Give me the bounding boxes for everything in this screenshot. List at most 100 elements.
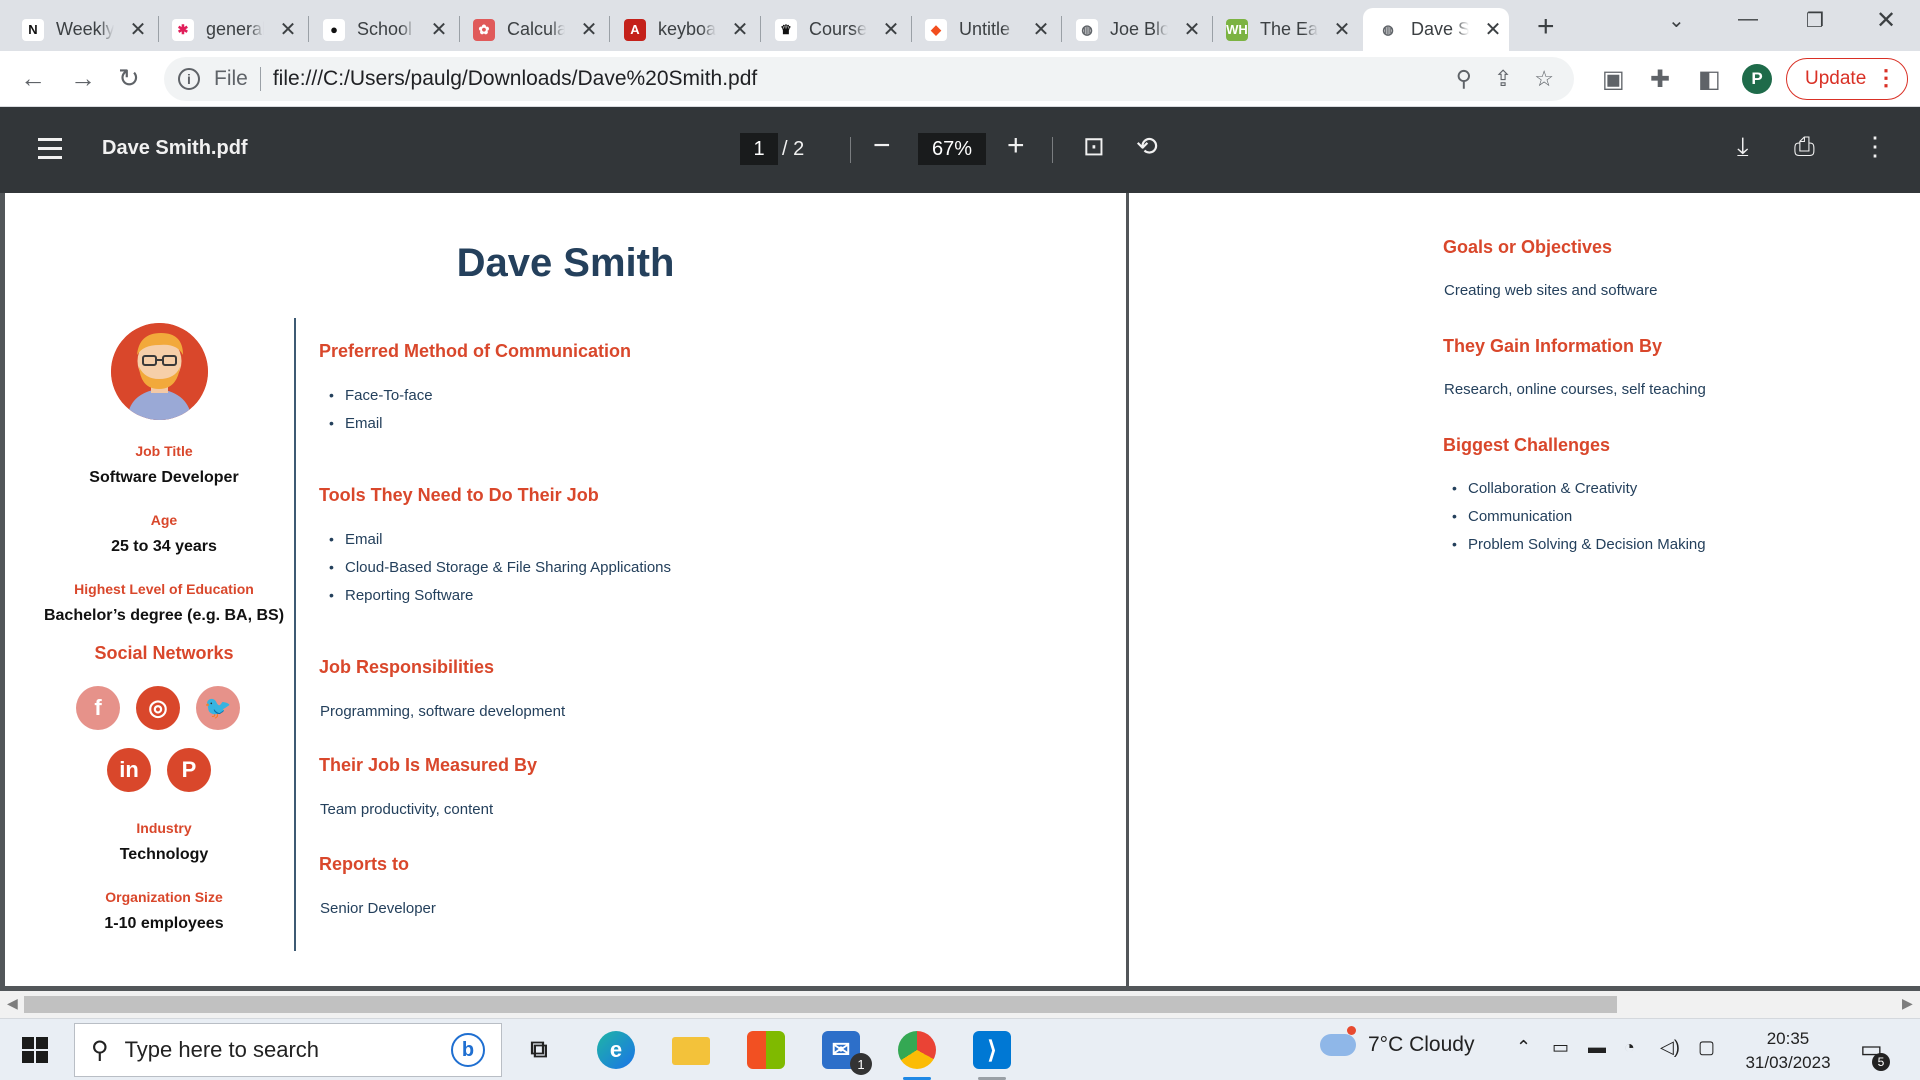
- side-panel-icon[interactable]: ◧: [1698, 65, 1721, 94]
- browser-tab[interactable]: Akeyboa ✕: [610, 8, 756, 51]
- scroll-left-icon[interactable]: ◀: [7, 995, 18, 1012]
- tab-title: general: [206, 19, 264, 39]
- page-number-input[interactable]: 1: [740, 133, 778, 165]
- bookmark-star-icon[interactable]: ☆: [1534, 66, 1554, 92]
- tab-close-icon[interactable]: ✕: [579, 17, 599, 42]
- display-icon[interactable]: ▢: [1698, 1037, 1715, 1058]
- scrollbar-thumb[interactable]: [24, 996, 1617, 1013]
- browser-menu-icon[interactable]: ⋮: [1875, 65, 1897, 91]
- tab-close-icon[interactable]: ✕: [1031, 17, 1051, 42]
- vscode-icon[interactable]: ⟩: [973, 1031, 1011, 1069]
- back-button[interactable]: ←: [20, 63, 46, 94]
- document-area[interactable]: Dave Smith Job Title Software Developer Ag…: [0, 193, 1920, 991]
- update-button[interactable]: Update ⋮: [1786, 58, 1908, 100]
- system-clock[interactable]: 20:35 31/03/2023: [1733, 1027, 1843, 1075]
- browser-tab[interactable]: ✱ general ✕: [158, 8, 304, 51]
- tab-close-icon[interactable]: ✕: [730, 17, 750, 42]
- meet-icon[interactable]: ▭: [1552, 1037, 1569, 1058]
- file-explorer-icon[interactable]: [672, 1037, 710, 1065]
- extensions-puzzle-icon[interactable]: ✚: [1650, 65, 1670, 94]
- zoom-out-button[interactable]: −: [873, 129, 891, 163]
- scroll-right-icon[interactable]: ▶: [1902, 995, 1913, 1012]
- tab-title: keyboa: [658, 19, 716, 39]
- tab-close-icon[interactable]: ✕: [881, 17, 901, 42]
- tab-close-icon[interactable]: ✕: [429, 17, 449, 42]
- facebook-icon[interactable]: f: [76, 686, 120, 730]
- field-value: Bachelor’s degree (e.g. BA, BS): [43, 607, 285, 624]
- volume-icon[interactable]: ◁): [1660, 1037, 1680, 1058]
- horizontal-scrollbar[interactable]: ◀ ▶: [0, 991, 1920, 1018]
- responsibilities-text: Programming, software development: [320, 703, 566, 720]
- weather-widget[interactable]: 7°C Cloudy: [1320, 1026, 1474, 1057]
- print-icon[interactable]: ⎙: [1794, 131, 1815, 163]
- slack-icon: ✱: [172, 18, 194, 41]
- url-text[interactable]: file:///C:/Users/paulg/Downloads/Dave%20…: [273, 67, 757, 91]
- zoom-in-button[interactable]: +: [1007, 129, 1025, 163]
- zoom-icon[interactable]: ⚲: [1456, 66, 1472, 92]
- tab-close-icon[interactable]: ✕: [1483, 17, 1503, 42]
- zoom-input[interactable]: 67%: [918, 133, 986, 165]
- twitter-icon[interactable]: 🐦: [196, 686, 240, 730]
- browser-tab[interactable]: WH The Ea ✕: [1212, 8, 1358, 51]
- linkedin-icon[interactable]: in: [107, 748, 151, 792]
- more-options-icon[interactable]: ⋮: [1862, 131, 1888, 162]
- tab-close-icon[interactable]: ✕: [128, 17, 148, 42]
- download-icon[interactable]: ⤓: [1737, 131, 1749, 163]
- edge-icon[interactable]: e: [597, 1031, 635, 1069]
- fit-page-icon[interactable]: ⊡: [1083, 131, 1105, 162]
- browser-tab[interactable]: ◆ Untitle ✕: [911, 8, 1057, 51]
- responsibilities-heading: Job Responsibilities: [319, 657, 495, 677]
- store-icon[interactable]: [747, 1031, 785, 1069]
- close-window-button[interactable]: ✕: [1876, 6, 1896, 35]
- taskbar-search[interactable]: ⚲ Type here to search b: [74, 1023, 502, 1077]
- notification-count: 5: [1872, 1053, 1890, 1071]
- info-text: Research, online courses, self teaching: [1444, 381, 1706, 398]
- pinterest-icon[interactable]: P: [167, 748, 211, 792]
- reports-text: Senior Developer: [320, 900, 436, 917]
- browser-tab[interactable]: N Weekly ✕: [8, 8, 154, 51]
- menu-icon[interactable]: [38, 138, 62, 160]
- browser-tab[interactable]: ◍ Joe Blo ✕: [1062, 8, 1208, 51]
- tab-title: Untitle: [959, 19, 1011, 39]
- list-item: Face-To-face: [329, 387, 432, 404]
- restore-button[interactable]: ❐: [1806, 8, 1824, 33]
- pdf-filename: Dave Smith.pdf: [102, 137, 248, 159]
- profile-avatar[interactable]: P: [1742, 64, 1772, 94]
- tab-title: Joe Blo: [1110, 19, 1168, 39]
- browser-tab[interactable]: ✿ Calcula ✕: [459, 8, 605, 51]
- extension-icon[interactable]: ▣: [1602, 65, 1625, 94]
- share-icon[interactable]: ⇪: [1494, 66, 1512, 92]
- battery-icon[interactable]: ▬: [1588, 1037, 1606, 1058]
- forward-button[interactable]: →: [70, 63, 96, 94]
- tab-close-icon[interactable]: ✕: [1332, 17, 1352, 42]
- clock-date: 31/03/2023: [1745, 1053, 1831, 1072]
- wifi-icon[interactable]: ◔: [1624, 1037, 1635, 1058]
- minimize-button[interactable]: —: [1738, 8, 1758, 31]
- browser-tab[interactable]: ◍ Dave S ✕: [1363, 8, 1509, 51]
- chrome-icon[interactable]: [898, 1031, 936, 1069]
- site-info-icon[interactable]: i: [178, 68, 200, 90]
- address-bar[interactable]: i File file:///C:/Users/paulg/Downloads/…: [164, 57, 1574, 101]
- start-button[interactable]: [22, 1037, 48, 1063]
- task-view-icon[interactable]: ⧉: [520, 1031, 558, 1069]
- measured-heading: Their Job Is Measured By: [319, 755, 538, 775]
- new-tab-button[interactable]: +: [1537, 10, 1555, 44]
- browser-toolbar: ← → ↻ i File file:///C:/Users/paulg/Down…: [0, 51, 1920, 107]
- rotate-icon[interactable]: ⟲: [1136, 131, 1158, 162]
- tab-close-icon[interactable]: ✕: [1182, 17, 1202, 42]
- browser-tab[interactable]: ● School ✕: [309, 8, 455, 51]
- bing-icon[interactable]: b: [451, 1033, 485, 1067]
- persona-name: Dave Smith: [456, 241, 675, 285]
- browser-tab[interactable]: ♛ Course ✕: [761, 8, 907, 51]
- crown-icon: ♛: [775, 18, 797, 41]
- reload-button[interactable]: ↻: [118, 63, 140, 94]
- instagram-icon[interactable]: ◎: [136, 686, 180, 730]
- update-label: Update: [1805, 68, 1867, 89]
- tray-overflow-icon[interactable]: ⌃: [1516, 1037, 1531, 1058]
- address-separator: [259, 67, 261, 91]
- cloud-icon: [1320, 1026, 1356, 1056]
- windows-taskbar: ⚲ Type here to search b ⧉ e ✉ 1 ⟩ 7°C Cl…: [0, 1018, 1920, 1080]
- tab-search-icon[interactable]: ⌄: [1668, 8, 1685, 33]
- tab-strip: N Weekly ✕ ✱ general ✕ ● School ✕ ✿ Calcula ✕ Akeybo…: [0, 0, 1920, 51]
- tab-close-icon[interactable]: ✕: [278, 17, 298, 42]
